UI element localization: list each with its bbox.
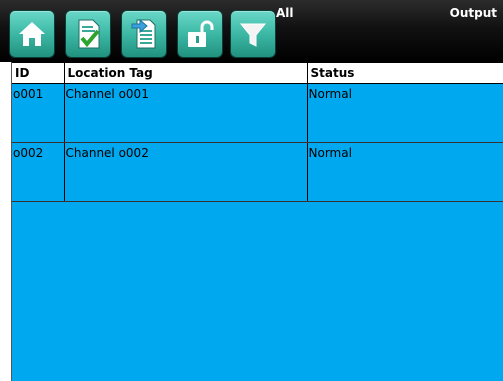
column-header-status[interactable]: Status (307, 62, 503, 84)
accept-document-button[interactable] (66, 11, 110, 57)
home-icon (19, 22, 45, 46)
home-button[interactable] (10, 11, 54, 57)
cell-id: o001 (12, 83, 65, 143)
document-arrow-icon (131, 18, 156, 49)
document-export-button[interactable] (122, 11, 166, 57)
column-header-location-tag[interactable]: Location Tag (64, 62, 308, 84)
cell-status: Normal (307, 142, 503, 202)
table-row[interactable]: o001 Channel o001 Normal (12, 83, 503, 143)
cell-id: o002 (12, 142, 65, 202)
cell-location-tag: Channel o001 (64, 83, 308, 143)
filter-button[interactable] (231, 11, 275, 57)
channel-table: ID Location Tag Status o001 Channel o001… (12, 62, 503, 202)
unlock-button[interactable] (178, 11, 222, 57)
table-row[interactable]: o002 Channel o002 Normal (12, 142, 503, 202)
data-grid: ID Location Tag Status o001 Channel o001… (11, 62, 503, 381)
filter-label: All (276, 6, 294, 20)
page-title: Output (449, 6, 497, 20)
unlock-icon (188, 20, 214, 47)
toolbar: All Output (0, 0, 503, 62)
cell-status: Normal (307, 83, 503, 143)
table-header-row: ID Location Tag Status (12, 62, 503, 84)
cell-location-tag: Channel o002 (64, 142, 308, 202)
check-document-icon (78, 19, 100, 49)
filter-icon (239, 23, 267, 47)
column-header-id[interactable]: ID (12, 62, 65, 84)
